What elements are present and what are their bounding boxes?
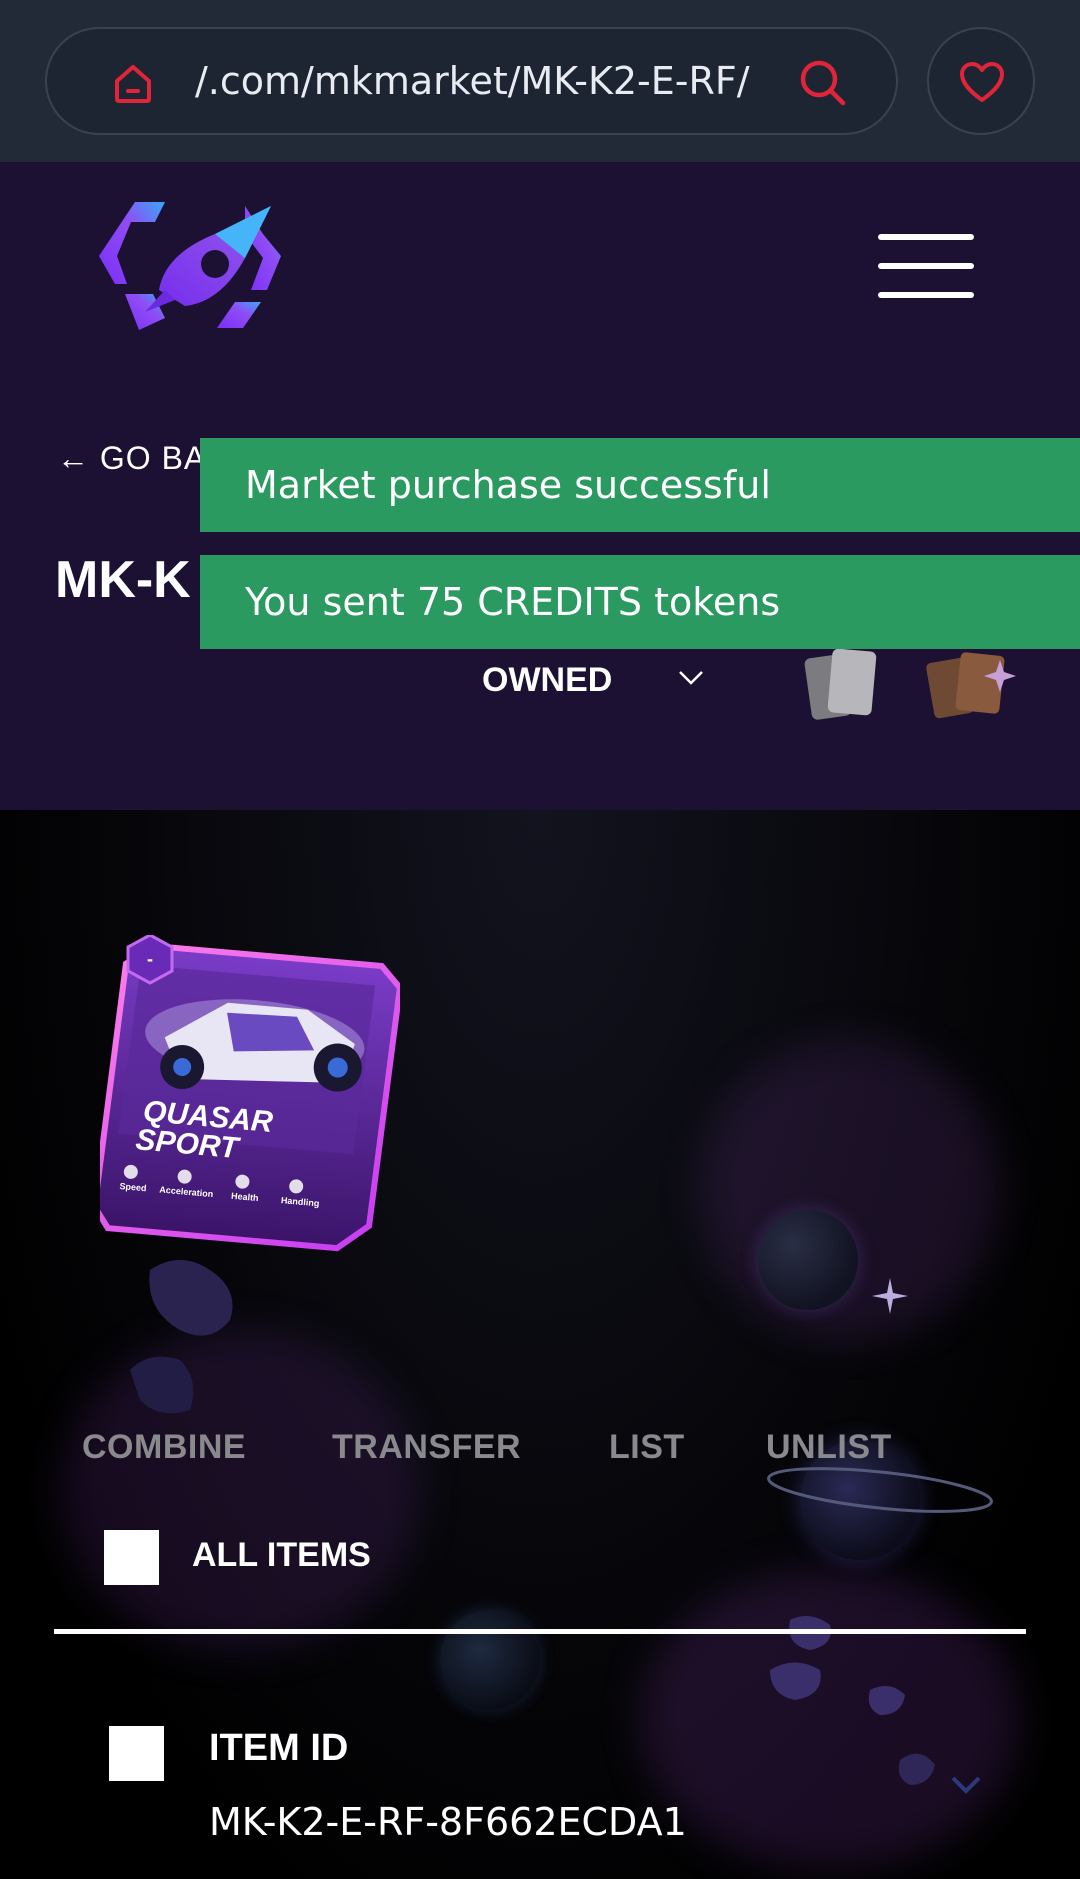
item-id-value: MK-K2-E-RF-8F662ECDA1 — [209, 1800, 687, 1844]
card-badge-text: - — [147, 949, 153, 969]
item-checkbox[interactable] — [109, 1726, 164, 1781]
hamburger-menu-icon[interactable] — [878, 232, 974, 300]
rocket-logo-icon[interactable] — [95, 194, 285, 334]
all-items-checkbox[interactable] — [104, 1530, 159, 1585]
toast-purchase-success[interactable]: Market purchase successful — [200, 438, 1080, 532]
action-bar: COMBINE TRANSFER LIST UNLIST — [82, 1428, 982, 1478]
favorite-button[interactable] — [927, 27, 1035, 135]
home-icon[interactable] — [109, 59, 157, 107]
page-title: MK-K — [55, 551, 191, 609]
cards-icon[interactable] — [800, 642, 890, 722]
sparkle-decoration — [872, 1278, 908, 1314]
chevron-down-icon — [679, 671, 703, 685]
item-id-label: ITEM ID — [209, 1727, 349, 1769]
address-bar[interactable]: /.com/mkmarket/MK-K2-E-RF/ — [45, 27, 898, 135]
asteroid-decoration — [130, 1260, 233, 1414]
quasar-sport-card[interactable]: QUASAR SPORT Speed Acceleration Health H… — [100, 935, 400, 1255]
divider — [54, 1629, 1026, 1634]
planet-decoration — [440, 1610, 540, 1710]
search-icon[interactable] — [797, 57, 849, 109]
owned-filter-dropdown[interactable]: OWNED — [482, 656, 722, 706]
go-back-link[interactable]: ← GO BA — [57, 440, 206, 477]
inventory-section: QUASAR SPORT Speed Acceleration Health H… — [0, 810, 1080, 1879]
chevron-down-icon[interactable] — [950, 1775, 982, 1795]
toast-tokens-sent[interactable]: You sent 75 CREDITS tokens — [200, 555, 1080, 649]
combine-button[interactable]: COMBINE — [82, 1428, 246, 1467]
nebula-glow — [700, 1040, 1000, 1340]
list-button[interactable]: LIST — [609, 1428, 685, 1467]
planet-decoration — [758, 1210, 858, 1310]
transfer-button[interactable]: TRANSFER — [332, 1428, 521, 1467]
all-items-label: ALL ITEMS — [192, 1536, 371, 1574]
heart-icon — [960, 62, 1004, 102]
pack-icon[interactable] — [922, 642, 1022, 722]
unlist-button[interactable]: UNLIST — [766, 1428, 892, 1467]
browser-bar: /.com/mkmarket/MK-K2-E-RF/ — [0, 0, 1080, 162]
url-text[interactable]: /.com/mkmarket/MK-K2-E-RF/ — [195, 51, 795, 111]
filter-label: OWNED — [482, 661, 613, 699]
asteroid-decoration — [770, 1616, 935, 1785]
